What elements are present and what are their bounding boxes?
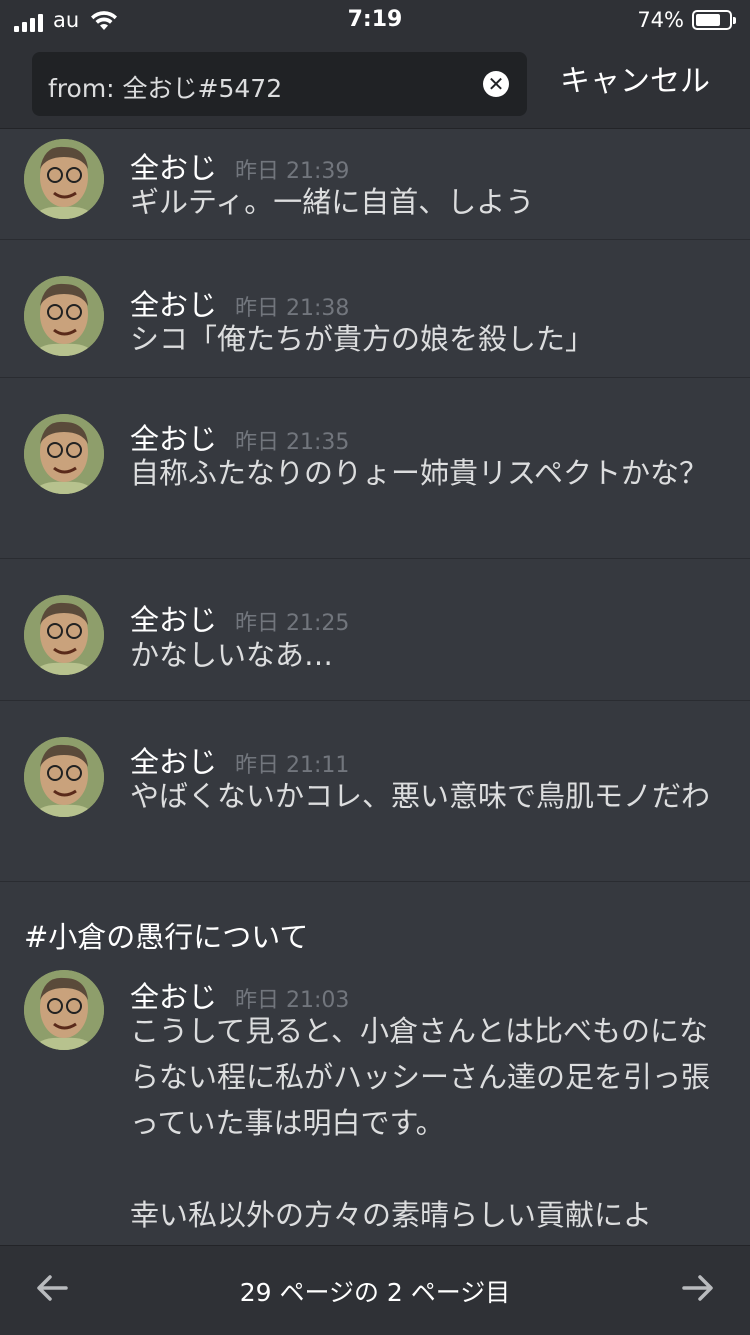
result-item[interactable]: 全おじ 昨日 21:11 やばくないかコレ、悪い意味で鳥肌モノだわ bbox=[0, 701, 750, 882]
message-text: 自称ふたなりのりょー姉貴リスペクトかな？ bbox=[130, 456, 708, 490]
result-item[interactable]: 全おじ 昨日 21:39 ギルティ。一緒に自首、しよう bbox=[0, 129, 750, 240]
battery-level bbox=[696, 14, 720, 26]
message-text: かなしいなあ… bbox=[130, 638, 334, 672]
message-text: やばくないかコレ、悪い意味で鳥肌モノだわ bbox=[130, 779, 711, 813]
avatar[interactable] bbox=[24, 737, 104, 817]
search-results[interactable]: 全おじ 昨日 21:39 ギルティ。一緒に自首、しよう 全おじ 昨日 21:38… bbox=[0, 129, 750, 1245]
search-input[interactable]: from: 全おじ#5472 ✕ bbox=[32, 52, 527, 116]
battery-icon bbox=[692, 10, 736, 30]
result-item[interactable]: 全おじ 昨日 21:35 自称ふたなりのりょー姉貴リスペクトかな？ bbox=[0, 378, 750, 559]
status-right: 74% bbox=[637, 8, 736, 32]
pagination-bar: 29 ページの 2 ページ目 bbox=[0, 1245, 750, 1335]
search-query[interactable]: from: 全おじ#5472 bbox=[48, 69, 282, 105]
avatar[interactable] bbox=[24, 595, 104, 675]
avatar[interactable] bbox=[24, 139, 104, 219]
avatar[interactable] bbox=[24, 970, 104, 1050]
cancel-button[interactable]: キャンセル bbox=[560, 56, 710, 100]
arrow-right-icon[interactable] bbox=[676, 1266, 720, 1310]
result-item[interactable]: 全おじ 昨日 21:25 かなしいなあ… bbox=[0, 559, 750, 701]
avatar[interactable] bbox=[24, 414, 104, 494]
message-text: こうして見ると、小倉さんとは比べものにならない程に私がハッシーさん達の足を引っ張… bbox=[130, 1014, 711, 1232]
result-item[interactable]: 全おじ 昨日 21:38 シコ「俺たちが貴方の娘を殺した」 bbox=[0, 240, 750, 378]
search-header: from: 全おじ#5472 ✕ キャンセル bbox=[0, 40, 750, 129]
status-bar: au 7:19 74% bbox=[0, 0, 750, 40]
page-indicator: 29 ページの 2 ページ目 bbox=[239, 1278, 511, 1307]
battery-percent: 74% bbox=[637, 8, 684, 32]
avatar[interactable] bbox=[24, 276, 104, 356]
message-text: ギルティ。一緒に自首、しよう bbox=[130, 185, 535, 219]
channel-name[interactable]: #小倉の愚行について bbox=[24, 914, 308, 956]
close-circle-icon[interactable]: ✕ bbox=[483, 71, 509, 97]
result-item[interactable]: #小倉の愚行について 全おじ 昨日 21:03 こうして見ると、小倉さんとは比べ… bbox=[0, 882, 750, 1245]
message-text: シコ「俺たちが貴方の娘を殺した」 bbox=[130, 322, 595, 356]
